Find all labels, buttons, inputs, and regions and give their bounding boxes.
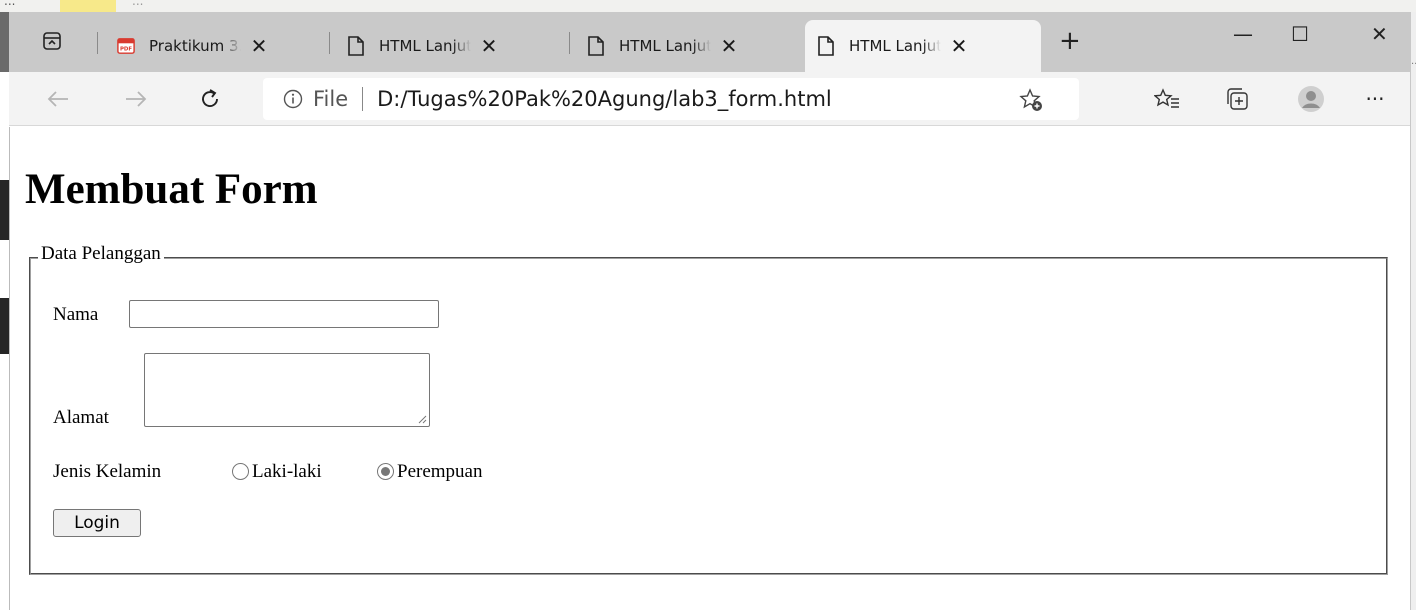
collections-icon[interactable] bbox=[1223, 85, 1251, 113]
page-title: Membuat Form bbox=[25, 166, 318, 213]
radio-label-laki-laki: Laki-laki bbox=[252, 461, 322, 482]
pdf-icon: PDF bbox=[117, 37, 135, 55]
window-right-edge: ... bbox=[1410, 12, 1416, 610]
tab-html-lanjutan-1[interactable]: HTML Lanjutan ✕ bbox=[335, 20, 561, 72]
refresh-button[interactable] bbox=[193, 82, 227, 116]
left-edge-strip bbox=[0, 12, 9, 72]
address-bar[interactable]: File D:/Tugas%20Pak%20Agung/lab3_form.ht… bbox=[263, 78, 1079, 120]
navigation-toolbar: File D:/Tugas%20Pak%20Agung/lab3_form.ht… bbox=[9, 72, 1410, 126]
cropped-background-strip: ... ... bbox=[0, 0, 1416, 12]
add-favorite-icon[interactable] bbox=[1019, 88, 1043, 112]
address-label: Alamat bbox=[53, 407, 109, 428]
tab-praktikum-pdf[interactable]: PDF Praktikum 3.pdf ✕ bbox=[105, 20, 323, 72]
back-arrow-icon bbox=[47, 91, 68, 107]
tab-html-lanjutan-2[interactable]: HTML Lanjutan ✕ bbox=[575, 20, 801, 72]
address-textarea[interactable] bbox=[144, 353, 430, 427]
url-text[interactable]: D:/Tugas%20Pak%20Agung/lab3_form.html bbox=[377, 87, 832, 111]
page-icon bbox=[817, 36, 835, 56]
left-edge-dark-block bbox=[0, 180, 9, 240]
address-divider bbox=[362, 87, 364, 111]
background-text-left: ... bbox=[4, 0, 16, 8]
name-input[interactable] bbox=[129, 300, 439, 328]
close-window-button[interactable]: ✕ bbox=[1371, 22, 1388, 46]
tab-label: HTML Lanjutan bbox=[849, 37, 941, 55]
page-icon bbox=[347, 36, 365, 56]
tab-separator bbox=[97, 32, 98, 54]
tab-separator bbox=[569, 32, 570, 54]
info-icon[interactable] bbox=[283, 89, 303, 109]
viewport-edge bbox=[9, 127, 10, 610]
favorites-icon[interactable] bbox=[1153, 85, 1181, 113]
background-highlight bbox=[60, 0, 116, 12]
background-text-right: ... bbox=[132, 0, 144, 8]
new-tab-button[interactable]: + bbox=[1059, 28, 1081, 54]
fieldset-legend: Data Pelanggan bbox=[38, 243, 164, 265]
tab-html-lanjutan-active[interactable]: HTML Lanjutan ✕ bbox=[805, 20, 1041, 72]
tab-label: HTML Lanjutan bbox=[379, 37, 471, 55]
refresh-icon bbox=[202, 89, 218, 107]
name-label: Nama bbox=[53, 304, 99, 325]
gender-label: Jenis Kelamin bbox=[53, 461, 162, 482]
radio-laki-laki[interactable] bbox=[232, 463, 249, 480]
radio-perempuan[interactable] bbox=[377, 463, 394, 480]
close-tab-icon[interactable]: ✕ bbox=[249, 36, 269, 56]
tab-bar: PDF Praktikum 3.pdf ✕ HTML Lanjutan ✕ HT… bbox=[9, 12, 1410, 72]
maximize-button[interactable]: ☐ bbox=[1291, 22, 1309, 46]
close-tab-icon[interactable]: ✕ bbox=[949, 36, 969, 56]
file-scheme-label: File bbox=[313, 87, 349, 111]
tab-label: Praktikum 3.pdf bbox=[149, 37, 241, 55]
close-tab-icon[interactable]: ✕ bbox=[479, 36, 499, 56]
profile-avatar-icon[interactable] bbox=[1297, 85, 1325, 113]
forward-button[interactable] bbox=[119, 82, 153, 116]
tab-label: HTML Lanjutan bbox=[619, 37, 711, 55]
tab-actions-icon[interactable] bbox=[37, 26, 67, 56]
resize-grip-icon[interactable] bbox=[417, 414, 427, 424]
minimize-button[interactable]: — bbox=[1233, 22, 1253, 46]
forward-arrow-icon bbox=[126, 91, 147, 107]
page-viewport: Membuat Form Data Pelanggan Nama Alamat … bbox=[9, 127, 1410, 610]
more-menu-icon[interactable]: ··· bbox=[1361, 85, 1389, 113]
close-tab-icon[interactable]: ✕ bbox=[719, 36, 739, 56]
tab-separator bbox=[329, 32, 330, 54]
page-icon bbox=[587, 36, 605, 56]
back-button[interactable] bbox=[41, 82, 75, 116]
login-button[interactable]: Login bbox=[53, 509, 141, 537]
svg-text:PDF: PDF bbox=[120, 47, 132, 53]
radio-label-perempuan: Perempuan bbox=[397, 461, 483, 482]
left-edge-dark-block bbox=[0, 298, 9, 354]
background-text-edge: ... bbox=[1411, 56, 1416, 67]
